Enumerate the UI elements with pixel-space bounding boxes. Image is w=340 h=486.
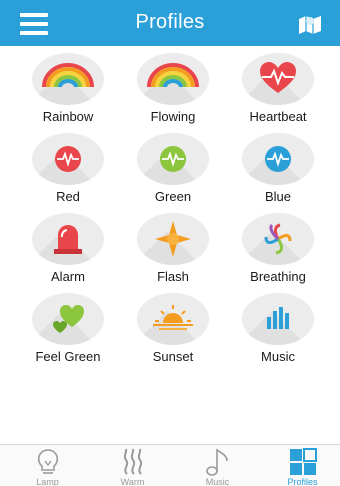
profile-label: Music	[261, 349, 295, 364]
heat-icon	[123, 448, 143, 475]
flash-icon	[155, 221, 191, 257]
map-icon[interactable]	[296, 11, 324, 37]
profile-alarm[interactable]: Alarm	[5, 210, 115, 290]
bottom-tab-bar: Lamp Warm Music Profiles	[0, 444, 340, 486]
tab-label: Lamp	[36, 477, 59, 486]
pulse-icon	[265, 146, 291, 172]
profile-flowing[interactable]: Flowing	[110, 50, 220, 130]
profile-icon-circle	[242, 213, 314, 265]
profile-icon-circle	[137, 293, 209, 345]
profile-icon-circle	[137, 53, 209, 105]
tab-label: Music	[205, 477, 230, 486]
tab-music[interactable]: Music	[175, 445, 260, 486]
profile-feel-green[interactable]: Feel Green	[5, 290, 115, 370]
sunset-icon	[153, 305, 193, 330]
tab-label: Warm	[120, 477, 145, 486]
grid-icon	[290, 448, 317, 475]
alarm-icon	[54, 225, 82, 254]
profile-rainbow[interactable]: Rainbow	[5, 50, 115, 130]
profile-red[interactable]: Red	[5, 130, 115, 210]
profile-icon-circle	[32, 213, 104, 265]
pulse-icon	[160, 146, 186, 172]
note-icon	[206, 448, 228, 476]
profile-blue[interactable]: Blue	[215, 130, 325, 210]
profile-breathing[interactable]: Breathing	[215, 210, 325, 290]
profile-icon-circle	[32, 53, 104, 105]
profile-label: Breathing	[250, 269, 306, 284]
profile-green[interactable]: Green	[110, 130, 220, 210]
tab-warm[interactable]: Warm	[90, 445, 175, 486]
rainbow-icon	[147, 63, 199, 88]
profile-icon-circle	[137, 133, 209, 185]
pulse-icon	[55, 146, 81, 172]
top-bar: Profiles	[0, 0, 340, 46]
page-title: Profiles	[135, 11, 205, 33]
profile-icon-circle	[137, 213, 209, 265]
tab-label: Profiles	[287, 477, 318, 486]
profile-icon-circle	[242, 293, 314, 345]
profile-flash[interactable]: Flash	[110, 210, 220, 290]
profile-icon-circle	[242, 133, 314, 185]
profile-icon-circle	[32, 133, 104, 185]
tab-profiles[interactable]: Profiles	[260, 445, 340, 486]
profile-music[interactable]: Music	[215, 290, 325, 370]
breathing-icon	[264, 223, 292, 255]
profile-label: Heartbeat	[249, 109, 307, 124]
profile-sunset[interactable]: Sunset	[110, 290, 220, 370]
profile-heartbeat[interactable]: Heartbeat	[215, 50, 325, 130]
tab-lamp[interactable]: Lamp	[5, 445, 90, 486]
bulb-icon	[37, 449, 59, 474]
profile-icon-circle	[32, 293, 104, 345]
rainbow-icon	[42, 63, 94, 88]
profile-label: Blue	[264, 189, 292, 204]
profile-icon-circle	[242, 53, 314, 105]
bars-icon	[267, 307, 289, 329]
heartbeat-icon	[260, 62, 296, 93]
hearts-icon	[53, 305, 84, 333]
